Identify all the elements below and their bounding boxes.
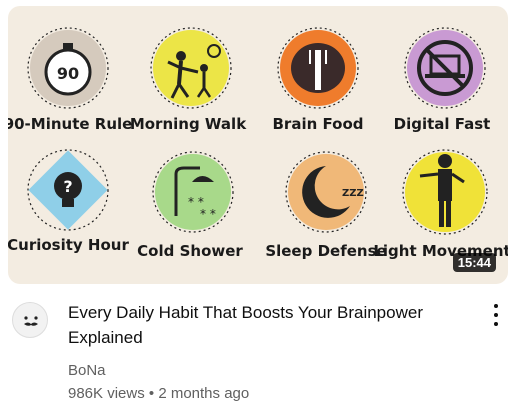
channel-avatar[interactable] bbox=[12, 302, 48, 338]
video-duration-badge: 15:44 bbox=[452, 253, 496, 272]
thumb-label-4: Curiosity Hour bbox=[8, 236, 129, 254]
mustache-face-icon bbox=[24, 316, 38, 326]
kebab-dot-icon bbox=[494, 321, 498, 326]
question-bulb-icon: ? bbox=[27, 149, 109, 231]
view-count: 986K views bbox=[68, 385, 145, 402]
channel-name[interactable]: BoNa bbox=[68, 362, 106, 379]
thumb-label-5: Cold Shower bbox=[137, 242, 243, 260]
kebab-dot-icon bbox=[494, 312, 498, 317]
svg-text:ZZZ: ZZZ bbox=[342, 188, 364, 199]
shower-icon: * * * * bbox=[152, 151, 234, 233]
stopwatch-90-icon: 90 bbox=[27, 27, 109, 109]
meta-separator: • bbox=[148, 385, 155, 402]
video-thumbnail[interactable]: 90 90-Minute Rule Morning Walk Brain Foo… bbox=[8, 6, 508, 284]
svg-text:?: ? bbox=[63, 177, 72, 196]
more-actions-button[interactable] bbox=[484, 302, 508, 328]
thumb-label-6: Sleep Defense bbox=[265, 242, 386, 260]
no-laptop-icon bbox=[404, 27, 486, 109]
person-stretch-icon bbox=[402, 149, 488, 235]
video-title[interactable]: Every Daily Habit That Boosts Your Brain… bbox=[68, 300, 458, 350]
thumb-label-1: Morning Walk bbox=[130, 115, 247, 133]
brain-fork-icon bbox=[277, 27, 359, 109]
sleeping-moon-icon: ZZZ bbox=[285, 151, 367, 233]
thumb-label-2: Brain Food bbox=[273, 115, 364, 133]
svg-text:* *: * * bbox=[200, 207, 216, 221]
kebab-dot-icon bbox=[494, 304, 498, 309]
video-meta: 986K views • 2 months ago bbox=[68, 385, 249, 402]
thumb-label-3: Digital Fast bbox=[394, 115, 491, 133]
thumbnail-illustration: 90 90-Minute Rule Morning Walk Brain Foo… bbox=[8, 27, 508, 260]
walking-family-icon bbox=[150, 27, 232, 109]
svg-text:90: 90 bbox=[57, 64, 79, 83]
thumb-label-0: 90-Minute Rule bbox=[8, 115, 132, 133]
upload-age: 2 months ago bbox=[158, 385, 250, 402]
